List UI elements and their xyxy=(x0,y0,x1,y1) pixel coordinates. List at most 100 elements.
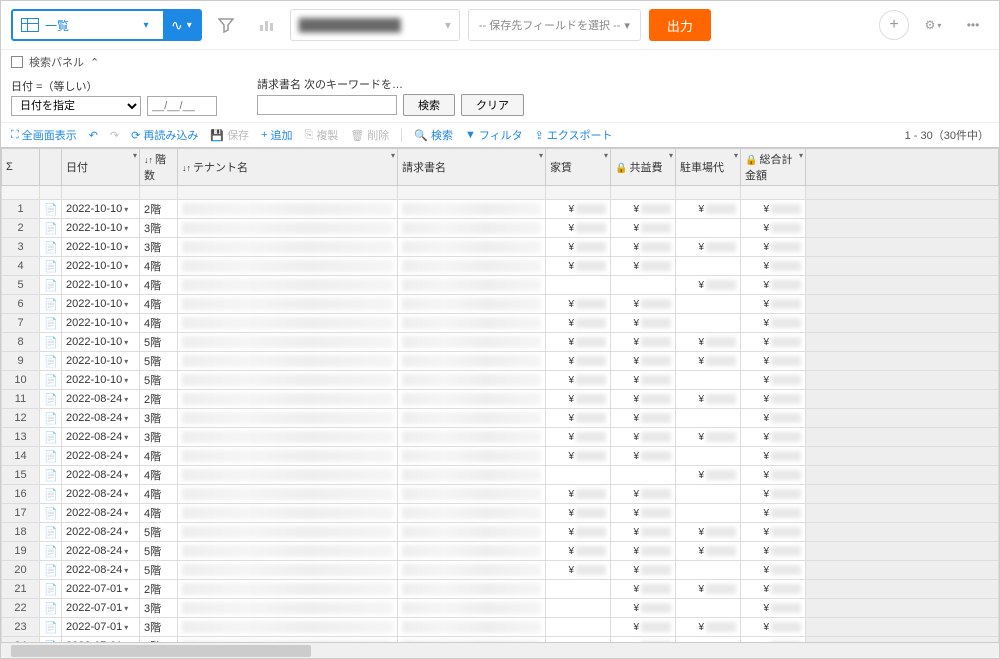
tenant-cell[interactable]: ████████████ xyxy=(178,390,398,409)
table-row[interactable]: 22📄2022-07-01▾3階████████████████████¥¥ xyxy=(2,599,999,618)
money-cell[interactable]: ¥ xyxy=(741,200,806,219)
doc-icon-cell[interactable]: 📄 xyxy=(40,333,62,352)
doc-icon-cell[interactable]: 📄 xyxy=(40,485,62,504)
date-cell[interactable]: 2022-07-01▾ xyxy=(62,618,140,637)
doc-icon-cell[interactable]: 📄 xyxy=(40,561,62,580)
table-row[interactable]: 18📄2022-08-24▾5階████████████████████¥¥¥¥ xyxy=(2,523,999,542)
money-cell[interactable] xyxy=(676,257,741,276)
table-row[interactable]: 14📄2022-08-24▾4階████████████████████¥¥¥ xyxy=(2,447,999,466)
money-cell[interactable]: ¥ xyxy=(611,618,676,637)
floor-cell[interactable]: 4階 xyxy=(140,276,178,295)
table-row[interactable]: 4📄2022-10-10▾4階████████████████████¥¥¥ xyxy=(2,257,999,276)
floor-cell[interactable]: 2階 xyxy=(140,580,178,599)
doc-icon-cell[interactable]: 📄 xyxy=(40,200,62,219)
money-cell[interactable] xyxy=(676,504,741,523)
doc-icon-cell[interactable]: 📄 xyxy=(40,295,62,314)
floor-cell[interactable]: 5階 xyxy=(140,371,178,390)
invoice-cell[interactable]: ████████ xyxy=(398,390,546,409)
clear-button[interactable]: クリア xyxy=(461,94,524,116)
table-row[interactable]: 12📄2022-08-24▾3階████████████████████¥¥¥ xyxy=(2,409,999,428)
money-cell[interactable] xyxy=(676,314,741,333)
add-row-button[interactable]: +追加 xyxy=(261,127,292,143)
invoice-cell[interactable]: ████████ xyxy=(398,409,546,428)
floor-cell[interactable]: 3階 xyxy=(140,219,178,238)
date-cell[interactable]: 2022-07-01▾ xyxy=(62,599,140,618)
money-cell[interactable]: ¥ xyxy=(546,257,611,276)
export-button[interactable]: ⇪エクスポート xyxy=(535,127,613,143)
money-cell[interactable] xyxy=(546,599,611,618)
col-date[interactable]: 日付▾ xyxy=(62,149,140,186)
output-button[interactable]: 出力 xyxy=(649,9,711,41)
money-cell[interactable] xyxy=(676,447,741,466)
money-cell[interactable]: ¥ xyxy=(741,409,806,428)
table-row[interactable]: 1📄2022-10-10▾2階████████████████████¥¥¥¥ xyxy=(2,200,999,219)
doc-icon-cell[interactable]: 📄 xyxy=(40,409,62,428)
search-button[interactable]: 検索 xyxy=(403,94,455,116)
invoice-cell[interactable]: ████████ xyxy=(398,352,546,371)
money-cell[interactable]: ¥ xyxy=(741,485,806,504)
more-button[interactable]: ••• xyxy=(957,9,989,41)
invoice-cell[interactable]: ████████ xyxy=(398,561,546,580)
invoice-cell[interactable]: ████████ xyxy=(398,504,546,523)
money-cell[interactable]: ¥ xyxy=(741,219,806,238)
doc-icon-cell[interactable]: 📄 xyxy=(40,523,62,542)
tenant-cell[interactable]: ████████████ xyxy=(178,523,398,542)
money-cell[interactable] xyxy=(676,371,741,390)
money-cell[interactable]: ¥ xyxy=(741,599,806,618)
reload-button[interactable]: ⟳再読み込み xyxy=(131,127,198,143)
table-row[interactable]: 17📄2022-08-24▾4階████████████████████¥¥¥ xyxy=(2,504,999,523)
floor-cell[interactable]: 3階 xyxy=(140,238,178,257)
view-selector[interactable]: 一覧 ▾ ∿ ▾ xyxy=(11,9,202,41)
money-cell[interactable]: ¥ xyxy=(741,523,806,542)
money-cell[interactable]: ¥ xyxy=(546,333,611,352)
invoice-cell[interactable]: ████████ xyxy=(398,523,546,542)
doc-icon-cell[interactable]: 📄 xyxy=(40,447,62,466)
invoice-keyword-input[interactable] xyxy=(257,95,397,115)
money-cell[interactable]: ¥ xyxy=(611,599,676,618)
money-cell[interactable]: ¥ xyxy=(741,618,806,637)
money-cell[interactable] xyxy=(546,580,611,599)
invoice-cell[interactable]: ████████ xyxy=(398,618,546,637)
invoice-cell[interactable]: ████████ xyxy=(398,238,546,257)
money-cell[interactable]: ¥ xyxy=(546,371,611,390)
floor-cell[interactable]: 4階 xyxy=(140,447,178,466)
invoice-cell[interactable]: ████████ xyxy=(398,485,546,504)
tenant-cell[interactable]: ████████████ xyxy=(178,295,398,314)
doc-icon-cell[interactable]: 📄 xyxy=(40,504,62,523)
table-row[interactable]: 6📄2022-10-10▾4階████████████████████¥¥¥ xyxy=(2,295,999,314)
money-cell[interactable]: ¥ xyxy=(546,219,611,238)
money-cell[interactable]: ¥ xyxy=(676,428,741,447)
table-row[interactable]: 20📄2022-08-24▾5階████████████████████¥¥¥ xyxy=(2,561,999,580)
tenant-cell[interactable]: ████████████ xyxy=(178,618,398,637)
money-cell[interactable]: ¥ xyxy=(741,295,806,314)
floor-cell[interactable]: 5階 xyxy=(140,333,178,352)
delete-button[interactable]: 🗑削除 xyxy=(350,127,389,143)
doc-icon-cell[interactable]: 📄 xyxy=(40,542,62,561)
col-total[interactable]: 🔒総合計金額▾ xyxy=(741,149,806,186)
fullscreen-button[interactable]: ⛶全画面表示 xyxy=(11,127,77,143)
tenant-cell[interactable]: ████████████ xyxy=(178,466,398,485)
money-cell[interactable]: ¥ xyxy=(611,523,676,542)
tenant-cell[interactable]: ████████████ xyxy=(178,276,398,295)
money-cell[interactable]: ¥ xyxy=(546,314,611,333)
doc-icon-cell[interactable]: 📄 xyxy=(40,428,62,447)
date-cell[interactable]: 2022-10-10▾ xyxy=(62,371,140,390)
date-cell[interactable]: 2022-08-24▾ xyxy=(62,390,140,409)
date-mode-select[interactable]: 日付を指定 xyxy=(11,96,141,116)
date-cell[interactable]: 2022-10-10▾ xyxy=(62,238,140,257)
money-cell[interactable]: ¥ xyxy=(611,200,676,219)
date-cell[interactable]: 2022-10-10▾ xyxy=(62,314,140,333)
money-cell[interactable]: ¥ xyxy=(611,314,676,333)
date-cell[interactable]: 2022-08-24▾ xyxy=(62,485,140,504)
invoice-cell[interactable]: ████████ xyxy=(398,542,546,561)
floor-cell[interactable]: 4階 xyxy=(140,485,178,504)
undo-button[interactable]: ↶ xyxy=(89,129,98,142)
floor-cell[interactable]: 3階 xyxy=(140,599,178,618)
date-cell[interactable]: 2022-10-10▾ xyxy=(62,276,140,295)
money-cell[interactable]: ¥ xyxy=(741,371,806,390)
doc-icon-cell[interactable]: 📄 xyxy=(40,466,62,485)
tenant-cell[interactable]: ████████████ xyxy=(178,561,398,580)
copy-button[interactable]: ⎘複製 xyxy=(305,127,339,143)
tenant-cell[interactable]: ████████████ xyxy=(178,409,398,428)
date-cell[interactable]: 2022-08-24▾ xyxy=(62,466,140,485)
